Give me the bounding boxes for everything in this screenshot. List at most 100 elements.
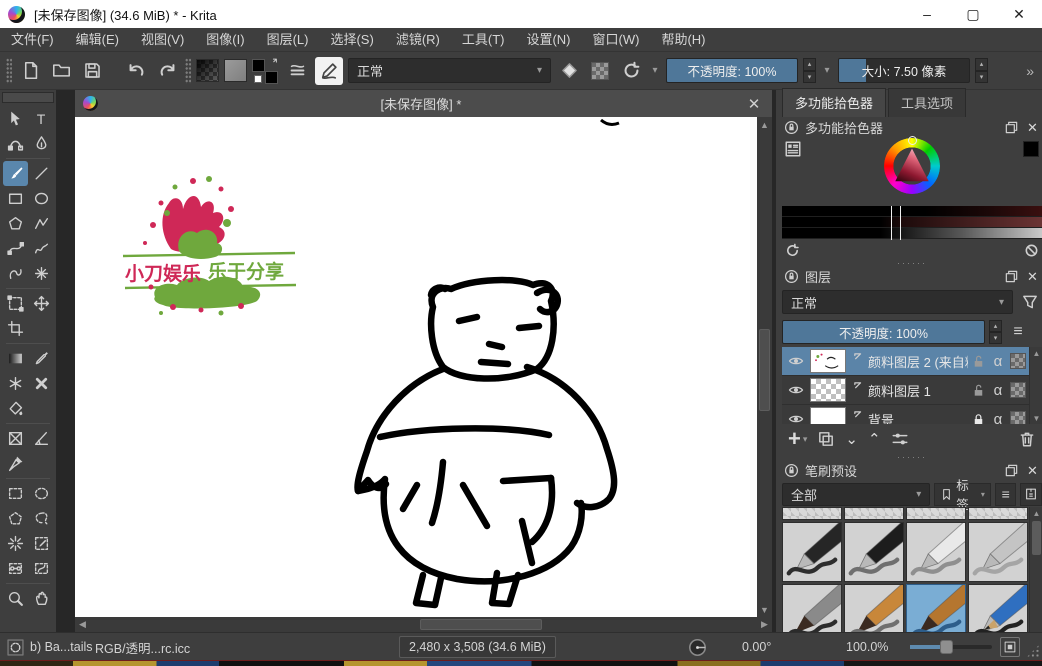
rotation-dial-icon[interactable] xyxy=(688,633,707,661)
pattern-swatch-button[interactable] xyxy=(224,59,247,82)
statusbar-image-size[interactable]: 2,480 x 3,508 (34.6 MiB) xyxy=(399,636,556,658)
layer-blending-mode-dropdown[interactable]: 正常 ▾ xyxy=(782,290,1013,314)
eye-icon[interactable] xyxy=(782,382,810,398)
edit-shapes-tool[interactable] xyxy=(3,131,28,156)
menu-edit[interactable]: 编辑(E) xyxy=(65,28,130,51)
vertical-scroll-thumb[interactable] xyxy=(759,329,770,411)
color-slider-bars[interactable] xyxy=(782,206,1042,240)
tag-button[interactable]: 标签 ▾ xyxy=(934,483,991,506)
brush-preset-eraser-2[interactable] xyxy=(844,507,904,520)
menu-filter[interactable]: 滤镜(R) xyxy=(385,28,451,51)
value-bar[interactable] xyxy=(782,228,1042,239)
refresh-colors-icon[interactable] xyxy=(785,243,800,258)
move-layer-up-button[interactable]: ⌃ xyxy=(868,430,881,448)
swap-colors-icon[interactable] xyxy=(267,57,279,69)
blending-mode-dropdown[interactable]: 正常 ▾ xyxy=(348,58,551,83)
layer-thumbnail[interactable] xyxy=(810,378,846,402)
brush-presets-header[interactable]: 笔刷预设 ✕ xyxy=(782,460,1042,481)
menu-settings[interactable]: 设置(N) xyxy=(515,28,581,51)
scroll-up-icon[interactable]: ▲ xyxy=(1030,507,1042,519)
tab-advanced-color-selector[interactable]: 多功能拾色器 xyxy=(782,88,886,117)
inherit-alpha-icon[interactable] xyxy=(1010,382,1026,398)
polyline-tool[interactable] xyxy=(29,211,54,236)
hue-marker[interactable] xyxy=(908,136,917,145)
fit-page-button[interactable] xyxy=(1000,637,1020,657)
freehand-path-tool[interactable] xyxy=(29,236,54,261)
ellipse-select-tool[interactable] xyxy=(29,481,54,506)
calligraphy-tool[interactable] xyxy=(29,131,54,156)
smart-patch-tool[interactable] xyxy=(29,371,54,396)
rect-select-tool[interactable] xyxy=(3,481,28,506)
brush-size-spinner[interactable]: ▴▾ xyxy=(975,58,988,83)
bezier-curve-tool[interactable] xyxy=(3,236,28,261)
lock-docker-icon[interactable] xyxy=(784,120,799,135)
zoom-tool[interactable] xyxy=(3,586,28,611)
magic-wand-select-tool[interactable] xyxy=(3,531,28,556)
close-button[interactable]: ✕ xyxy=(996,0,1042,28)
colorize-mask-tool[interactable] xyxy=(3,371,28,396)
opacity-options-dropdown[interactable]: ▾ xyxy=(821,65,833,76)
close-docker-icon[interactable]: ✕ xyxy=(1025,463,1040,478)
reload-options-dropdown[interactable]: ▾ xyxy=(649,65,661,76)
opacity-spinner[interactable]: ▴▾ xyxy=(803,58,816,83)
background-color[interactable] xyxy=(265,71,278,84)
brush-preset-eraser-1[interactable] xyxy=(782,507,842,520)
foreground-background-colors[interactable] xyxy=(252,57,279,84)
bar-marker[interactable] xyxy=(891,206,901,240)
menu-window[interactable]: 窗口(W) xyxy=(582,28,651,51)
statusbar-color-profile[interactable]: RGB/透明...rc.icc xyxy=(95,633,190,661)
brush-preset-fineliner-white[interactable] xyxy=(906,522,966,582)
foreground-color[interactable] xyxy=(252,59,265,72)
scroll-down-icon[interactable]: ▼ xyxy=(1030,412,1042,424)
crop-tool[interactable] xyxy=(3,316,28,341)
canvas[interactable]: 小刀娱乐 乐于分享 xyxy=(75,117,757,617)
rectangle-tool[interactable] xyxy=(3,186,28,211)
saturation-bar[interactable] xyxy=(782,217,1042,228)
float-docker-icon[interactable] xyxy=(1004,269,1019,284)
layer-thumbnail[interactable] xyxy=(810,407,846,424)
lock-open-icon[interactable] xyxy=(968,381,988,399)
ellipse-tool[interactable] xyxy=(29,186,54,211)
polygon-tool[interactable] xyxy=(3,211,28,236)
layer-name[interactable]: 颜料图层 1 xyxy=(868,381,968,400)
layer-row[interactable]: 背景 α xyxy=(782,405,1042,424)
display-settings-button[interactable] xyxy=(1020,483,1042,506)
color-sampler-tool[interactable] xyxy=(29,346,54,371)
color-select-tool[interactable] xyxy=(29,531,54,556)
reference-images-tool[interactable] xyxy=(3,451,28,476)
brush-grid-scrollbar[interactable]: ▲ ▼ xyxy=(1029,507,1042,642)
toolbox-grip[interactable] xyxy=(2,92,54,103)
inherit-alpha-icon[interactable] xyxy=(1010,353,1026,369)
scroll-down-icon[interactable]: ▼ xyxy=(757,602,772,617)
opacity-slider[interactable]: 不透明度: 100% xyxy=(666,58,798,83)
scroll-up-icon[interactable]: ▲ xyxy=(1030,347,1042,359)
transform-tool[interactable] xyxy=(3,291,28,316)
brush-preset-ink-pen-soft[interactable] xyxy=(844,522,904,582)
dynamic-brush-tool[interactable] xyxy=(3,261,28,286)
menu-file[interactable]: 文件(F) xyxy=(0,28,65,51)
freehand-select-tool[interactable] xyxy=(29,506,54,531)
layer-list-scrollbar[interactable]: ▲ ▼ xyxy=(1029,347,1042,424)
tab-tool-options[interactable]: 工具选项 xyxy=(888,88,966,117)
layer-thumbnail[interactable] xyxy=(810,349,846,373)
float-docker-icon[interactable] xyxy=(1004,120,1019,135)
menu-select[interactable]: 选择(S) xyxy=(319,28,384,51)
window-resize-grip[interactable] xyxy=(1026,644,1040,658)
hue-bar[interactable] xyxy=(782,206,1042,217)
eye-icon[interactable] xyxy=(782,353,810,369)
alpha-lock-icon[interactable]: α xyxy=(988,352,1008,370)
gradient-tool[interactable] xyxy=(3,346,28,371)
toolbar-overflow-button[interactable]: » xyxy=(1026,63,1036,79)
close-docker-icon[interactable]: ✕ xyxy=(1025,120,1040,135)
selector-settings-icon[interactable] xyxy=(784,140,802,158)
float-docker-icon[interactable] xyxy=(1004,463,1019,478)
eraser-mode-button[interactable] xyxy=(556,58,582,84)
layer-row[interactable]: 颜料图层 1 α xyxy=(782,376,1042,405)
layer-name[interactable]: 颜料图层 2 (来自粘贴) xyxy=(868,352,968,371)
menu-tools[interactable]: 工具(T) xyxy=(451,28,516,51)
polygon-select-tool[interactable] xyxy=(3,506,28,531)
scroll-up-icon[interactable]: ▲ xyxy=(757,117,772,132)
menu-image[interactable]: 图像(I) xyxy=(195,28,255,51)
canvas-subwindow-titlebar[interactable]: [未保存图像] * ✕ xyxy=(75,90,772,117)
presets-menu-button[interactable]: ≡ xyxy=(995,483,1017,506)
